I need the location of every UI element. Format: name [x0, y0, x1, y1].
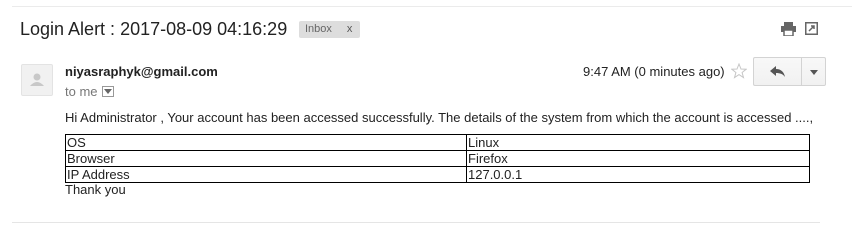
email-body-greeting: Hi Administrator , Your account has been… [65, 110, 814, 125]
reply-button[interactable] [753, 57, 801, 86]
top-divider [12, 6, 852, 7]
email-subject: Login Alert : 2017-08-09 04:16:29 [20, 19, 288, 39]
timestamp: 9:47 AM (0 minutes ago) [583, 64, 725, 79]
table-cell-value: Firefox [466, 150, 810, 167]
table-cell-value: Linux [466, 134, 810, 151]
table-cell-key: Browser [65, 150, 467, 167]
recipient-line: to me [65, 84, 114, 99]
more-options-button[interactable] [801, 57, 826, 86]
details-dropdown-icon[interactable] [101, 86, 114, 98]
recipient-text: to me [65, 84, 98, 99]
avatar[interactable] [21, 64, 53, 96]
print-icon[interactable] [781, 22, 796, 37]
star-icon[interactable] [730, 62, 748, 79]
bottom-divider [12, 222, 820, 223]
label-name: Inbox [305, 23, 332, 35]
table-row: OS Linux [65, 134, 810, 151]
sender-address[interactable]: niyasraphyk@gmail.com [65, 64, 218, 79]
table-cell-value: 127.0.0.1 [466, 166, 810, 183]
remove-label-button[interactable]: x [347, 23, 353, 35]
inbox-label[interactable]: Inbox x [299, 21, 361, 38]
details-table: OS Linux Browser Firefox IP Address 127.… [65, 134, 810, 183]
reply-icon [770, 66, 785, 77]
chevron-down-icon [810, 70, 818, 75]
table-cell-key: OS [65, 134, 467, 151]
table-cell-key: IP Address [65, 166, 467, 183]
email-body-closing: Thank you [65, 182, 126, 197]
new-window-icon[interactable] [805, 22, 818, 35]
table-row: Browser Firefox [65, 150, 810, 167]
table-row: IP Address 127.0.0.1 [65, 166, 810, 183]
subject-row: Login Alert : 2017-08-09 04:16:29 Inbox x [20, 17, 852, 43]
